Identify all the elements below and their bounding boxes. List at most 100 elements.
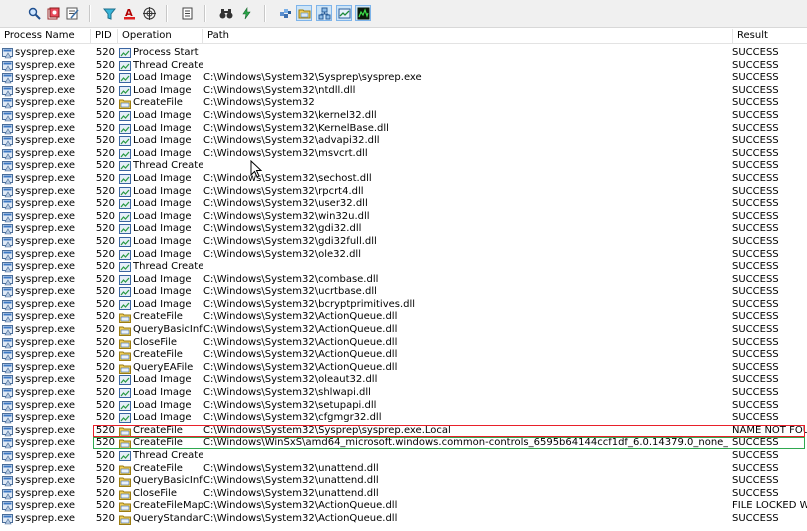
properties-icon[interactable] <box>64 5 80 21</box>
path-cell <box>203 261 728 274</box>
event-row[interactable]: sysprep.exe 520 QueryStandardI...C:\Window… <box>0 513 807 526</box>
event-row[interactable]: sysprep.exe 520 Load Image C:\Windows\Syste… <box>0 274 807 287</box>
path-cell: C:\Windows\System32\ActionQueue.dll <box>203 336 398 348</box>
result-cell: SUCCESS <box>732 59 779 71</box>
event-row[interactable]: sysprep.exe 520 Thread Create SUCCESS <box>0 160 807 173</box>
event-row[interactable]: sysprep.exe 520 CreateFile C:\Windows\Syste… <box>0 424 807 438</box>
event-row[interactable]: sysprep.exe 520 Load Image C:\Windows\Syste… <box>0 400 807 413</box>
path-cell: C:\Windows\System32\combase.dll <box>203 273 379 285</box>
result-cell: SUCCESS <box>732 235 779 247</box>
event-row[interactable]: sysprep.exe 520 CreateFile C:\Windows\Syste… <box>0 463 807 476</box>
filesystem-activity-icon[interactable] <box>296 5 312 21</box>
event-row[interactable]: sysprep.exe 520 Load Image C:\Windows\Syste… <box>0 374 807 387</box>
event-row[interactable]: sysprep.exe 520 Load Image C:\Windows\Syste… <box>0 123 807 136</box>
path-cell: C:\Windows\System32\ActionQueue.dll <box>203 311 398 323</box>
event-row[interactable]: sysprep.exe 520 Load Image C:\Windows\Syste… <box>0 387 807 400</box>
event-row[interactable]: sysprep.exe 520 Load Image C:\Windows\Syste… <box>0 211 807 224</box>
column-header-result[interactable]: Result <box>733 29 807 43</box>
event-row[interactable]: sysprep.exe 520 Load Image C:\Windows\Syste… <box>0 286 807 299</box>
network-activity-icon[interactable] <box>316 5 332 21</box>
process-name-cell: sysprep.exe <box>15 512 75 524</box>
event-row[interactable]: sysprep.exe 520 CloseFile C:\Windows\System… <box>0 337 807 350</box>
result-cell: SUCCESS <box>732 487 779 499</box>
event-row[interactable]: sysprep.exe 520 Load Image C:\Windows\Syste… <box>0 135 807 148</box>
column-header-process-name[interactable]: Process Name <box>0 29 91 43</box>
event-row[interactable]: sysprep.exe 520 CreateFileMapp...C:\Window… <box>0 500 807 513</box>
event-row[interactable]: sysprep.exe 520 Load Image C:\Windows\Syste… <box>0 173 807 186</box>
pid-cell: 520 <box>95 185 115 197</box>
event-row[interactable]: sysprep.exe 520 CreateFile C:\Windows\WinSx… <box>0 437 807 450</box>
event-row[interactable]: sysprep.exe 520 Thread Create SUCCESS <box>0 261 807 274</box>
event-row[interactable]: sysprep.exe 520 Load Image C:\Windows\Syste… <box>0 412 807 425</box>
event-row[interactable]: sysprep.exe 520 QueryBasicInfor...C:\Windo… <box>0 324 807 337</box>
pid-cell: 520 <box>95 273 115 285</box>
find-icon[interactable] <box>26 5 42 21</box>
event-row[interactable]: sysprep.exe 520 QueryBasicInfor...C:\Windo… <box>0 475 807 488</box>
pid-cell: 520 <box>95 324 115 336</box>
operation-cell: Load Image <box>133 235 192 247</box>
registry-activity-icon[interactable] <box>277 5 293 21</box>
process-name-cell: sysprep.exe <box>15 374 75 386</box>
jump-to-icon[interactable] <box>238 5 254 21</box>
event-row[interactable]: sysprep.exe 520 Thread Create SUCCESS <box>0 450 807 463</box>
event-row[interactable]: sysprep.exe 520 Load Image C:\Windows\Syste… <box>0 186 807 199</box>
event-row[interactable]: sysprep.exe 520 Process Start SUCCESS <box>0 47 807 60</box>
operation-cell: Load Image <box>133 374 192 386</box>
profiling-icon[interactable] <box>355 5 371 21</box>
event-row[interactable]: sysprep.exe 520 Load Image C:\Windows\Syste… <box>0 198 807 211</box>
binoculars-icon[interactable] <box>218 5 234 21</box>
path-cell: C:\Windows\System32\cfgmgr32.dll <box>203 412 382 424</box>
event-row[interactable]: sysprep.exe 520 Load Image C:\Windows\Syste… <box>0 110 807 123</box>
result-cell: SUCCESS <box>732 349 779 361</box>
event-row[interactable]: sysprep.exe 520 Load Image C:\Windows\Syste… <box>0 72 807 85</box>
operation-cell: QueryEAFile <box>133 361 194 373</box>
column-header: Process Name PID Operation Path Result <box>0 29 807 44</box>
event-row[interactable]: sysprep.exe 520 CreateFile C:\Windows\Syste… <box>0 97 807 110</box>
event-row[interactable]: sysprep.exe 520 CreateFile C:\Windows\Syste… <box>0 349 807 362</box>
event-properties-icon[interactable] <box>179 5 195 21</box>
pid-cell: 520 <box>95 374 115 386</box>
path-cell: C:\Windows\System32\unattend.dll <box>203 462 379 474</box>
process-activity-icon[interactable] <box>336 5 352 21</box>
operation-cell: Load Image <box>133 135 192 147</box>
event-row[interactable]: sysprep.exe 520 Load Image C:\Windows\Syste… <box>0 148 807 161</box>
result-cell: SUCCESS <box>732 210 779 222</box>
pid-cell: 520 <box>95 361 115 373</box>
pid-cell: 520 <box>95 122 115 134</box>
process-name-cell: sysprep.exe <box>15 72 75 84</box>
operation-cell: CreateFile <box>133 424 183 436</box>
filter-icon[interactable] <box>101 5 117 21</box>
pid-cell: 520 <box>95 500 115 512</box>
column-header-operation[interactable]: Operation <box>118 29 203 43</box>
path-cell: C:\Windows\System32\unattend.dll <box>203 487 379 499</box>
pid-cell: 520 <box>95 198 115 210</box>
event-row[interactable]: sysprep.exe 520 Load Image C:\Windows\Syste… <box>0 85 807 98</box>
pid-cell: 520 <box>95 47 115 58</box>
event-row[interactable]: sysprep.exe 520 Load Image C:\Windows\Syste… <box>0 236 807 249</box>
pid-cell: 520 <box>95 286 115 298</box>
jump-icon[interactable] <box>45 5 61 21</box>
operation-cell: QueryBasicInfor... <box>133 475 203 487</box>
column-header-pid[interactable]: PID <box>91 29 118 43</box>
event-row[interactable]: sysprep.exe 520 Thread Create SUCCESS <box>0 60 807 73</box>
event-row[interactable]: sysprep.exe 520 CreateFile C:\Windows\Syste… <box>0 311 807 324</box>
operation-cell: Load Image <box>133 172 192 184</box>
operation-cell: Thread Create <box>133 59 203 71</box>
column-header-path[interactable]: Path <box>203 29 733 43</box>
event-row[interactable]: sysprep.exe 520 Load Image C:\Windows\Syste… <box>0 299 807 312</box>
path-cell: C:\Windows\WinSxS\amd64_microsoft.window… <box>203 437 728 449</box>
pid-cell: 520 <box>95 412 115 424</box>
result-cell: SUCCESS <box>732 223 779 235</box>
pid-cell: 520 <box>95 235 115 247</box>
process-name-cell: sysprep.exe <box>15 336 75 348</box>
event-row[interactable]: sysprep.exe 520 CloseFile C:\Windows\System… <box>0 488 807 501</box>
event-row[interactable]: sysprep.exe 520 Load Image C:\Windows\Syste… <box>0 223 807 236</box>
pid-cell: 520 <box>95 160 115 172</box>
event-row[interactable]: sysprep.exe 520 QueryEAFile C:\Windows\Syst… <box>0 362 807 375</box>
operation-cell: Thread Create <box>133 160 203 172</box>
target-icon[interactable] <box>141 5 157 21</box>
highlight-icon[interactable]: A <box>121 5 137 21</box>
event-row[interactable]: sysprep.exe 520 Load Image C:\Windows\Syste… <box>0 249 807 262</box>
path-cell <box>203 160 728 173</box>
process-name-cell: sysprep.exe <box>15 122 75 134</box>
